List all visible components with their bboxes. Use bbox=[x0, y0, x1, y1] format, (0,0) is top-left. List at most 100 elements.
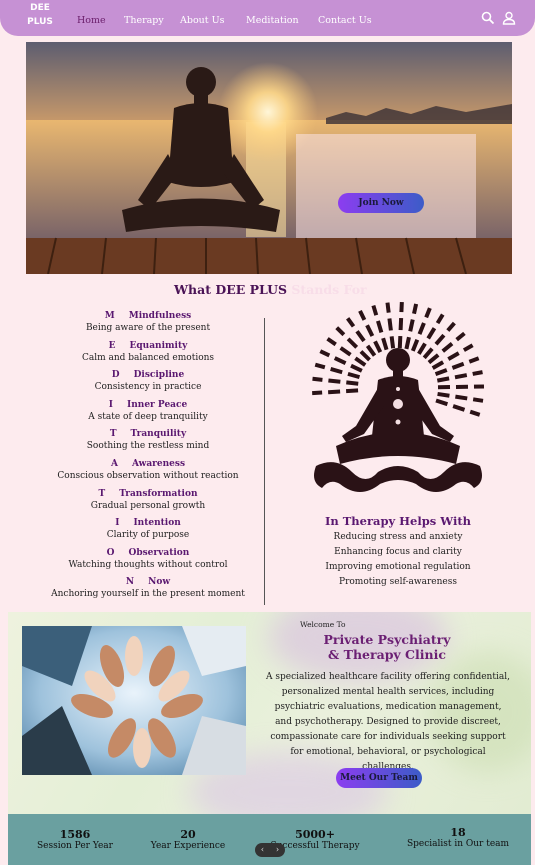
stat-label: Year Experience bbox=[150, 841, 226, 851]
hero-image bbox=[26, 42, 512, 274]
acronym-heading: M Mindfulness bbox=[40, 311, 256, 321]
desc-line: psychiatric evaluations, medication mana… bbox=[274, 702, 502, 712]
acronym-word: Intention bbox=[133, 518, 181, 529]
acronym-letter: T bbox=[98, 488, 106, 499]
acronym-description: Conscious observation without reaction bbox=[57, 471, 239, 481]
acronym-description: Gradual personal growth bbox=[90, 500, 206, 511]
acronym-word: Observation bbox=[128, 547, 190, 558]
acronym-letter: O bbox=[106, 547, 115, 558]
acronym-heading: D Discipline bbox=[40, 370, 256, 380]
stat-number: 5000+ bbox=[295, 828, 335, 841]
clinic-section: Welcome To Private Psychiatry & Therapy … bbox=[8, 612, 531, 814]
acronym-heading: T Transformation bbox=[40, 489, 256, 499]
acronym-word: Equanimity bbox=[129, 340, 188, 351]
logo-line2: PLUS bbox=[27, 17, 53, 27]
acronym-letter: T bbox=[109, 429, 117, 440]
acronym-description: Watching thoughts without control bbox=[68, 559, 228, 570]
join-now-button[interactable]: Join Now bbox=[338, 193, 424, 213]
acronym-letter: D bbox=[111, 370, 120, 381]
chevron-right-icon[interactable]: › bbox=[276, 843, 279, 857]
meditation-figure-icon bbox=[312, 301, 485, 492]
acronym-description: Being aware of the present bbox=[85, 323, 211, 333]
desc-line: personalized mental health services, inc… bbox=[281, 687, 495, 697]
meet-our-team-button[interactable]: Meet Our Team bbox=[336, 768, 422, 788]
acronym-description: Clarity of purpose bbox=[106, 530, 190, 541]
acronym-letter: M bbox=[104, 311, 115, 321]
acronym-word: Discipline bbox=[133, 370, 185, 381]
chevron-left-icon[interactable]: ‹ bbox=[261, 843, 264, 857]
clinic-title: Private Psychiatry & Therapy Clinic bbox=[272, 632, 502, 662]
acronym-item: T Transformation Gradual personal growth bbox=[40, 489, 256, 511]
stat-number: 18 bbox=[450, 826, 466, 839]
acronym-item: O Observation Watching thoughts without co… bbox=[40, 548, 256, 570]
acronym-description: Calm and balanced emotions bbox=[81, 352, 215, 363]
help-item: Reducing stress and anxiety bbox=[333, 532, 463, 542]
acronym-item: E Equanimity Calm and balanced emotions bbox=[40, 341, 256, 363]
acronym-item: M Mindfulness Being aware of the present bbox=[40, 311, 256, 333]
stat-experience: 20 Year Experience bbox=[142, 828, 234, 851]
acronym-letter: E bbox=[108, 340, 116, 351]
search-icon[interactable] bbox=[481, 11, 495, 25]
nav-meditation[interactable]: Meditation bbox=[246, 15, 299, 26]
nav-about-us[interactable]: About Us bbox=[180, 15, 225, 26]
clinic-title-line: Private Psychiatry bbox=[323, 632, 451, 647]
stat-sessions: 1586 Session Per Year bbox=[28, 828, 122, 851]
user-icon[interactable] bbox=[502, 11, 516, 25]
acronym-description: Consistency in practice bbox=[94, 382, 202, 393]
acronym-heading: N Now bbox=[40, 577, 256, 587]
acronym-heading: I Intention bbox=[40, 518, 256, 528]
stat-label: Session Per Year bbox=[37, 841, 113, 851]
acronym-description: A state of deep tranquility bbox=[88, 411, 208, 422]
stat-specialists: 18 Specialist in Our team bbox=[398, 826, 518, 849]
logo-line1: DEE bbox=[30, 3, 50, 13]
acronym-heading: T Tranquility bbox=[40, 429, 256, 439]
acronym-word: Mindfulness bbox=[128, 311, 192, 321]
clinic-description: A specialized healthcare facility offeri… bbox=[266, 670, 510, 775]
stat-number: 20 bbox=[180, 828, 196, 841]
acronym-item: A Awareness Conscious observation without … bbox=[40, 459, 256, 481]
help-item: Enhancing focus and clarity bbox=[334, 547, 462, 557]
welcome-label: Welcome To bbox=[300, 620, 346, 629]
acronym-item: I Inner Peace A state of deep tranquility bbox=[40, 400, 256, 422]
acronym-item: D Discipline Consistency in practice bbox=[40, 370, 256, 392]
acronym-heading: A Awareness bbox=[40, 459, 256, 469]
acronym-heading: E Equanimity bbox=[40, 341, 256, 351]
nav-therapy[interactable]: Therapy bbox=[124, 15, 164, 26]
help-item: Promoting self-awareness bbox=[339, 577, 457, 587]
acronym-letter: I bbox=[115, 518, 120, 529]
desc-line: and psychotherapy. Designed to provide d… bbox=[275, 717, 501, 727]
logo[interactable]: DEE PLUS bbox=[22, 1, 58, 29]
acronym-heading: I Inner Peace bbox=[40, 400, 256, 410]
stat-number: 1586 bbox=[59, 828, 91, 841]
navbar: DEE PLUS Home Therapy About Us Meditatio… bbox=[0, 0, 535, 36]
acronym-word: Inner Peace bbox=[127, 399, 188, 410]
hands-image bbox=[22, 626, 246, 775]
stat-label: Specialist in Our team bbox=[406, 839, 510, 849]
acronym-letter: I bbox=[108, 399, 114, 410]
acronym-word: Now bbox=[148, 577, 171, 588]
hero-banner: Join Now bbox=[26, 42, 512, 274]
therapy-helps-title: In Therapy Helps With bbox=[324, 514, 472, 528]
acronym-item: N Now Anchoring yourself in the present mo… bbox=[40, 577, 256, 599]
carousel-pager: ‹ › bbox=[255, 843, 285, 857]
acronym-description: Soothing the restless mind bbox=[86, 441, 210, 452]
desc-line: A specialized healthcare facility offeri… bbox=[266, 672, 510, 682]
acronym-word: Tranquility bbox=[130, 429, 187, 440]
clinic-photo bbox=[22, 626, 246, 775]
desc-line: compassionate care for individuals seeki… bbox=[270, 732, 506, 742]
acronym-heading: O Observation bbox=[40, 548, 256, 558]
help-item: Improving emotional regulation bbox=[325, 562, 471, 572]
acronym-word: Transformation bbox=[119, 488, 198, 499]
vertical-divider bbox=[264, 318, 265, 605]
acronym-description: Anchoring yourself in the present moment bbox=[51, 589, 245, 600]
clinic-title-line: & Therapy Clinic bbox=[328, 647, 446, 662]
stands-for-title: What DEE PLUS Stands For bbox=[174, 282, 367, 297]
nav-contact-us[interactable]: Contact Us bbox=[318, 15, 372, 26]
acronym-letter: N bbox=[125, 577, 135, 588]
stats-bar: 1586 Session Per Year 20 Year Experience… bbox=[8, 814, 531, 865]
acronym-letter: A bbox=[110, 459, 118, 469]
acronym-item: T Tranquility Soothing the restless mind bbox=[40, 429, 256, 451]
nav-home[interactable]: Home bbox=[77, 15, 106, 26]
acronym-word: Awareness bbox=[131, 459, 186, 469]
acronym-item: I Intention Clarity of purpose bbox=[40, 518, 256, 540]
